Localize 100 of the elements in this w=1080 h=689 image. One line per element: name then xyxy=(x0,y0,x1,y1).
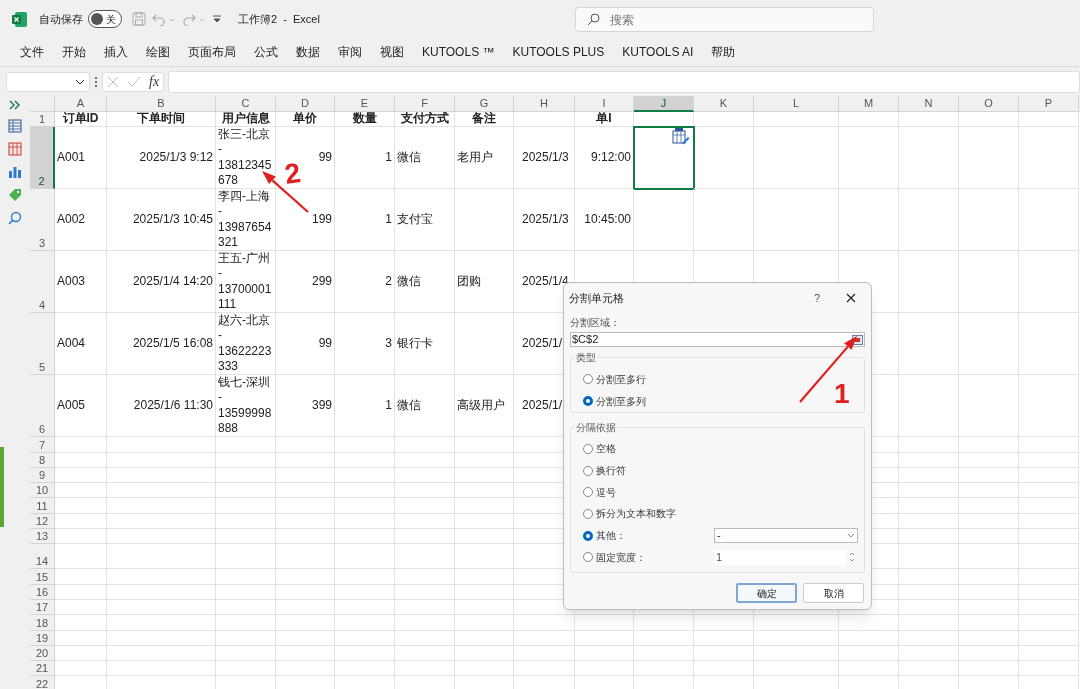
row-header[interactable]: 4 xyxy=(30,251,55,314)
ribbon-tab[interactable]: 开始 xyxy=(56,41,92,63)
radio-button[interactable] xyxy=(583,396,593,406)
ribbon-tab[interactable]: 文件 xyxy=(14,41,50,63)
row-header[interactable]: 11 xyxy=(30,498,55,514)
row-header[interactable]: 14 xyxy=(30,544,55,570)
customize-dropdown-icon[interactable] xyxy=(212,14,222,24)
column-header[interactable]: L xyxy=(754,96,839,112)
column-header[interactable]: C xyxy=(216,96,276,112)
radio-button[interactable] xyxy=(583,443,593,454)
table-cell xyxy=(335,584,395,600)
table-cell xyxy=(55,615,107,631)
bar-chart-icon[interactable] xyxy=(8,165,22,179)
radio-button[interactable] xyxy=(583,552,593,563)
enter-checkmark-icon[interactable] xyxy=(127,75,141,88)
radio-button[interactable] xyxy=(583,487,593,498)
row-header[interactable]: 1 xyxy=(30,112,55,128)
column-header[interactable]: J xyxy=(634,96,694,112)
column-header[interactable]: E xyxy=(335,96,395,112)
redo-icon[interactable] xyxy=(182,12,206,26)
ribbon-tab[interactable]: 数据 xyxy=(290,41,326,63)
column-title: 数量 xyxy=(351,112,378,127)
cancel-icon[interactable] xyxy=(107,75,119,88)
column-header[interactable]: O xyxy=(959,96,1019,112)
search-icon[interactable] xyxy=(8,211,22,225)
cancel-button[interactable]: 取消 xyxy=(803,583,864,604)
ribbon-tab[interactable]: 帮助 xyxy=(705,41,742,63)
row-header[interactable]: 21 xyxy=(30,661,55,677)
row-header[interactable]: 15 xyxy=(30,569,55,585)
table-cell xyxy=(55,529,107,545)
save-icon[interactable] xyxy=(132,12,146,26)
column-header[interactable]: H xyxy=(514,96,575,112)
cell-text: A005 xyxy=(56,398,87,414)
row-header[interactable]: 22 xyxy=(30,676,55,689)
active-cell[interactable] xyxy=(634,127,694,190)
row-header[interactable]: 10 xyxy=(30,483,55,499)
cell-text: 299 xyxy=(310,274,333,290)
row-header[interactable]: 5 xyxy=(30,313,55,376)
radio-button[interactable] xyxy=(583,374,593,384)
ribbon-tab[interactable]: 审阅 xyxy=(332,41,368,63)
ribbon-tab[interactable]: 公式 xyxy=(248,41,284,63)
table-cell xyxy=(395,544,455,570)
more-options-icon[interactable] xyxy=(94,75,98,88)
ribbon-tab[interactable]: 视图 xyxy=(374,41,410,63)
column-header[interactable]: K xyxy=(694,96,754,112)
width-input-field[interactable]: 1 xyxy=(714,549,846,565)
table-cell xyxy=(514,630,575,646)
separator-dropdown[interactable]: - xyxy=(714,528,858,544)
help-button[interactable]: ? xyxy=(813,289,820,307)
table-cell xyxy=(899,529,959,545)
column-header[interactable]: G xyxy=(455,96,514,112)
table-cell xyxy=(694,112,754,128)
row-header[interactable]: 6 xyxy=(30,375,55,438)
table-cell xyxy=(216,569,276,585)
row-header[interactable]: 7 xyxy=(30,437,55,453)
table-cell xyxy=(55,645,107,662)
autosave-toggle[interactable]: 关 xyxy=(88,10,122,28)
table-icon[interactable] xyxy=(8,119,22,133)
row-header[interactable]: 2 xyxy=(30,127,55,190)
ribbon-tab[interactable]: KUTOOLS PLUS xyxy=(506,41,611,63)
radio-button[interactable] xyxy=(583,530,593,541)
insert-function-button[interactable]: fx xyxy=(149,71,160,92)
cell-text: 99 xyxy=(317,150,333,166)
column-header[interactable]: A xyxy=(55,96,107,112)
quick-analysis-icon[interactable] xyxy=(672,127,690,145)
column-header[interactable]: M xyxy=(839,96,899,112)
column-header[interactable]: D xyxy=(276,96,335,112)
table-cell xyxy=(335,513,395,530)
table-cell xyxy=(959,127,1019,190)
column-header[interactable]: N xyxy=(899,96,959,112)
undo-icon[interactable] xyxy=(152,12,176,26)
ribbon-tab[interactable]: 页面布局 xyxy=(182,41,242,63)
ribbon-tab[interactable]: 插入 xyxy=(98,41,134,63)
radio-button[interactable] xyxy=(583,465,593,476)
column-header[interactable]: F xyxy=(395,96,455,112)
table-cell xyxy=(276,544,335,570)
row-header[interactable]: 18 xyxy=(30,615,55,631)
ribbon-tab[interactable]: KUTOOLS ™ xyxy=(416,41,501,63)
search-field[interactable]: 搜索 xyxy=(575,7,874,32)
row-header[interactable]: 3 xyxy=(30,189,55,252)
ribbon-tab[interactable]: 绘图 xyxy=(140,41,176,63)
column-header[interactable]: P xyxy=(1019,96,1079,112)
radio-button[interactable] xyxy=(583,508,593,519)
column-header[interactable]: B xyxy=(107,96,216,112)
table-cell xyxy=(1019,498,1079,514)
expand-chevron-icon[interactable] xyxy=(9,100,21,110)
table-cell xyxy=(575,645,634,662)
ribbon-tab[interactable]: KUTOOLS AI xyxy=(616,41,700,63)
columns-icon[interactable] xyxy=(8,142,22,156)
tag-icon[interactable] xyxy=(8,188,22,202)
close-icon[interactable] xyxy=(846,293,856,303)
table-cell xyxy=(634,661,694,677)
formula-input-field[interactable] xyxy=(168,70,1080,93)
row-header[interactable]: 13 xyxy=(30,529,55,545)
table-cell xyxy=(55,483,107,499)
range-input-field[interactable]: $C$2 xyxy=(570,332,865,347)
cell-text: 9:12:00 xyxy=(589,150,632,166)
search-icon[interactable] xyxy=(587,13,600,26)
ok-button[interactable]: 确定 xyxy=(736,583,797,604)
table-cell xyxy=(1019,467,1079,484)
